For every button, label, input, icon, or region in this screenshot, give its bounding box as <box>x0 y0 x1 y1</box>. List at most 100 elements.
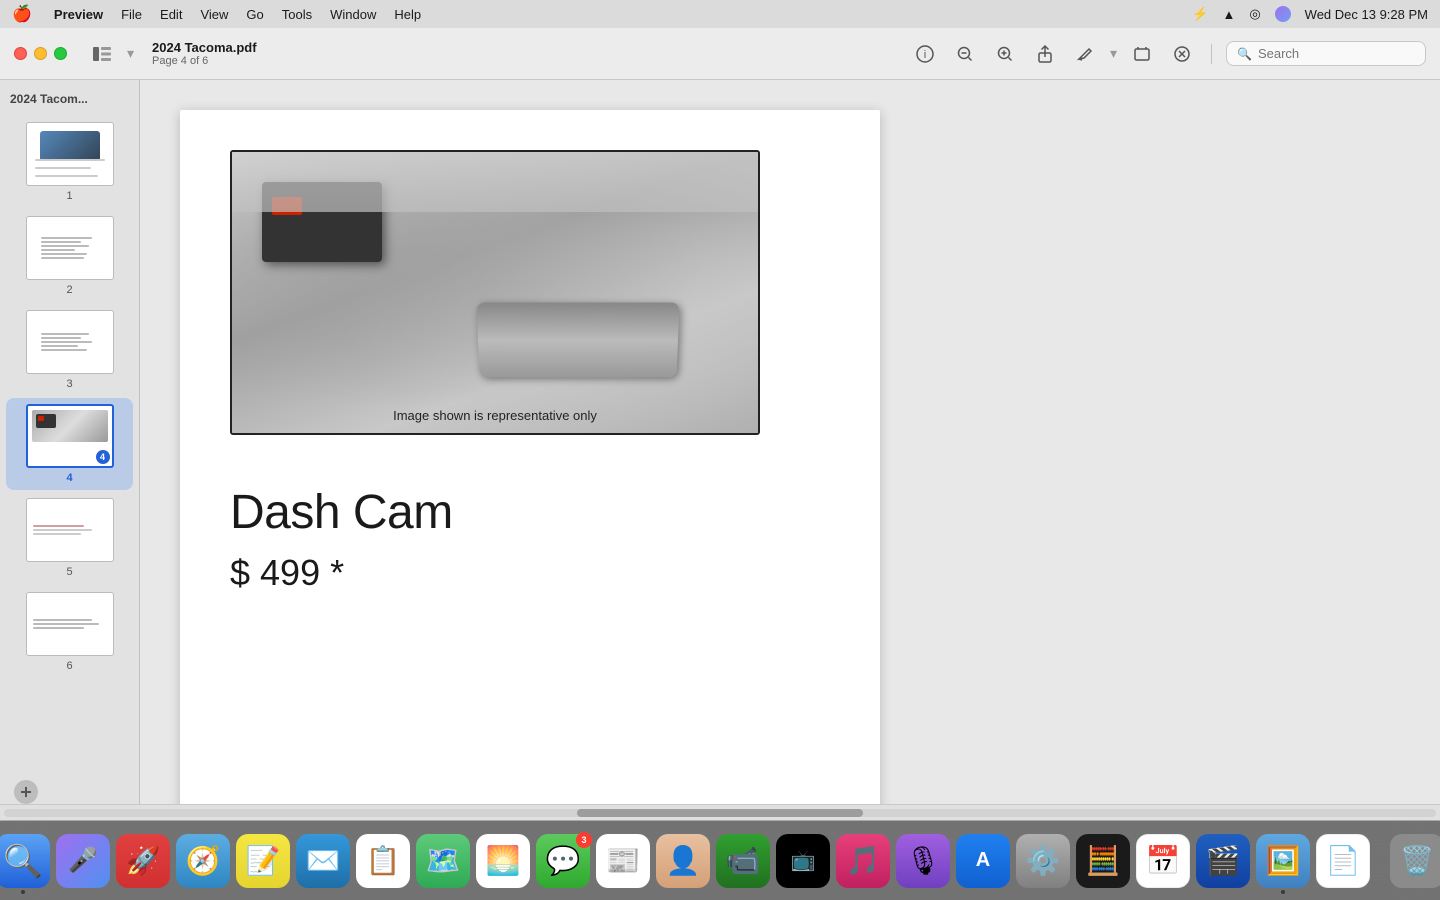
preview-icon: 🖼️ <box>1266 844 1301 877</box>
contacts-icon: 👤 <box>666 844 701 877</box>
zoom-in-button[interactable] <box>990 40 1020 68</box>
traffic-lights <box>14 47 67 60</box>
calendar-icon: 📅 <box>1146 844 1181 877</box>
image-caption: Image shown is representative only <box>393 408 597 423</box>
music-icon: 🎵 <box>846 844 881 877</box>
apple-menu-icon[interactable]: 🍎 <box>12 4 32 24</box>
menu-preview[interactable]: Preview <box>54 7 103 22</box>
clock: Wed Dec 13 9:28 PM <box>1305 7 1428 22</box>
dock-facetime[interactable]: 📹 <box>716 834 770 888</box>
reminders-icon: 📋 <box>366 844 401 877</box>
chevron-down-icon[interactable]: ▾ <box>127 45 134 62</box>
dock-safari[interactable]: 🧭 <box>176 834 230 888</box>
toolbar-title-section: 2024 Tacoma.pdf Page 4 of 6 <box>152 40 257 67</box>
maps-icon: 🗺️ <box>426 844 461 877</box>
add-page-button[interactable] <box>14 780 38 804</box>
dock-calendar[interactable]: 📅 <box>1136 834 1190 888</box>
dock: 🔍 🎤 🚀 🧭 📝 ✉️ 📋 🗺️ 🌅 💬 3 📰 👤 <box>0 820 1440 900</box>
dock-maps[interactable]: 🗺️ <box>416 834 470 888</box>
appletv-icon: 📺 <box>791 848 816 873</box>
close-button[interactable] <box>14 47 27 60</box>
menu-view[interactable]: View <box>200 7 228 22</box>
page-number-5: 5 <box>66 566 72 578</box>
pdf-view[interactable]: Image shown is representative only Dash … <box>140 80 1440 804</box>
menu-file[interactable]: File <box>121 7 142 22</box>
app-window: ▾ 2024 Tacoma.pdf Page 4 of 6 i ▾ <box>0 28 1440 820</box>
scrollbar-thumb[interactable] <box>577 809 863 817</box>
dock-textedit[interactable]: 📄 <box>1316 834 1370 888</box>
dock-reminders[interactable]: 📋 <box>356 834 410 888</box>
preview-active-dot <box>1281 890 1285 894</box>
search-input[interactable] <box>1258 46 1415 61</box>
redact-button[interactable] <box>1167 40 1197 68</box>
thumbnail-page-2[interactable]: 2 <box>6 210 133 302</box>
dock-photos[interactable]: 🌅 <box>476 834 530 888</box>
menubar: 🍎 Preview File Edit View Go Tools Window… <box>0 0 1440 28</box>
menu-edit[interactable]: Edit <box>160 7 182 22</box>
sidebar-toggle-button[interactable] <box>87 42 117 66</box>
thumbnail-page-3[interactable]: 3 <box>6 304 133 396</box>
textedit-icon: 📄 <box>1326 844 1361 877</box>
podcasts-icon: 🎙 <box>905 844 941 877</box>
page-number-6: 6 <box>66 660 72 672</box>
thumbnail-frame-1 <box>26 122 114 186</box>
calculator-icon: 🧮 <box>1086 844 1121 877</box>
zoom-out-button[interactable] <box>950 40 980 68</box>
dock-systemprefs[interactable]: ⚙️ <box>1016 834 1070 888</box>
add-button[interactable] <box>1127 40 1157 68</box>
dock-calculator[interactable]: 🧮 <box>1076 834 1130 888</box>
wifi-icon: ▲ <box>1222 7 1235 22</box>
page-number-3: 3 <box>66 378 72 390</box>
minimize-button[interactable] <box>34 47 47 60</box>
thumbnail-frame-2 <box>26 216 114 280</box>
dock-appstore[interactable]: A <box>956 834 1010 888</box>
thumbnail-frame-4: 4 <box>26 404 114 468</box>
dock-news[interactable]: 📰 <box>596 834 650 888</box>
menu-go[interactable]: Go <box>246 7 263 22</box>
thumbnail-page-4[interactable]: 4 4 <box>6 398 133 490</box>
pdf-page: Image shown is representative only Dash … <box>180 110 880 804</box>
systemprefs-icon: ⚙️ <box>1026 844 1061 877</box>
dock-messages[interactable]: 💬 3 <box>536 834 590 888</box>
dock-launchpad[interactable]: 🚀 <box>116 834 170 888</box>
dock-podcasts[interactable]: 🎙 <box>896 834 950 888</box>
thumbnail-page-6[interactable]: 6 <box>6 586 133 678</box>
mail-icon: ✉️ <box>306 844 341 877</box>
facetime-icon: 📹 <box>726 844 761 877</box>
thumbnail-page-1[interactable]: 1 <box>6 116 133 208</box>
thumbnail-frame-3 <box>26 310 114 374</box>
dock-preview[interactable]: 🖼️ <box>1256 834 1310 888</box>
menu-tools[interactable]: Tools <box>282 7 312 22</box>
maximize-button[interactable] <box>54 47 67 60</box>
dock-quicktime[interactable]: 🎬 <box>1196 834 1250 888</box>
menu-window[interactable]: Window <box>330 7 376 22</box>
dock-notes[interactable]: 📝 <box>236 834 290 888</box>
airdrop-icon: ◎ <box>1249 6 1260 22</box>
menu-help[interactable]: Help <box>394 7 421 22</box>
scrollbar-track[interactable] <box>4 809 1436 817</box>
messages-badge: 3 <box>576 832 592 848</box>
news-icon: 📰 <box>606 844 641 877</box>
dock-finder[interactable]: 🔍 <box>0 834 50 888</box>
markup-chevron-icon[interactable]: ▾ <box>1110 45 1117 62</box>
share-button[interactable] <box>1030 40 1060 68</box>
dock-siri[interactable]: 🎤 <box>56 834 110 888</box>
dock-trash[interactable]: 🗑️ <box>1390 834 1440 888</box>
dock-contacts[interactable]: 👤 <box>656 834 710 888</box>
dock-appletv[interactable]: 📺 <box>776 834 830 888</box>
dock-mail[interactable]: ✉️ <box>296 834 350 888</box>
thumbnail-frame-5 <box>26 498 114 562</box>
page-number-1: 1 <box>66 190 72 202</box>
markup-button[interactable] <box>1070 40 1100 68</box>
toolbar-separator <box>1211 44 1212 64</box>
thumbnail-page-5[interactable]: 5 <box>6 492 133 584</box>
finder-icon: 🔍 <box>3 842 43 880</box>
sidebar: 2024 Tacom... 1 <box>0 80 140 804</box>
page-badge-4: 4 <box>96 450 110 464</box>
notes-icon: 📝 <box>246 844 281 877</box>
search-icon: 🔍 <box>1237 47 1252 61</box>
search-box: 🔍 <box>1226 41 1426 66</box>
info-button[interactable]: i <box>910 40 940 68</box>
dock-music[interactable]: 🎵 <box>836 834 890 888</box>
horizontal-scrollbar[interactable] <box>0 804 1440 820</box>
